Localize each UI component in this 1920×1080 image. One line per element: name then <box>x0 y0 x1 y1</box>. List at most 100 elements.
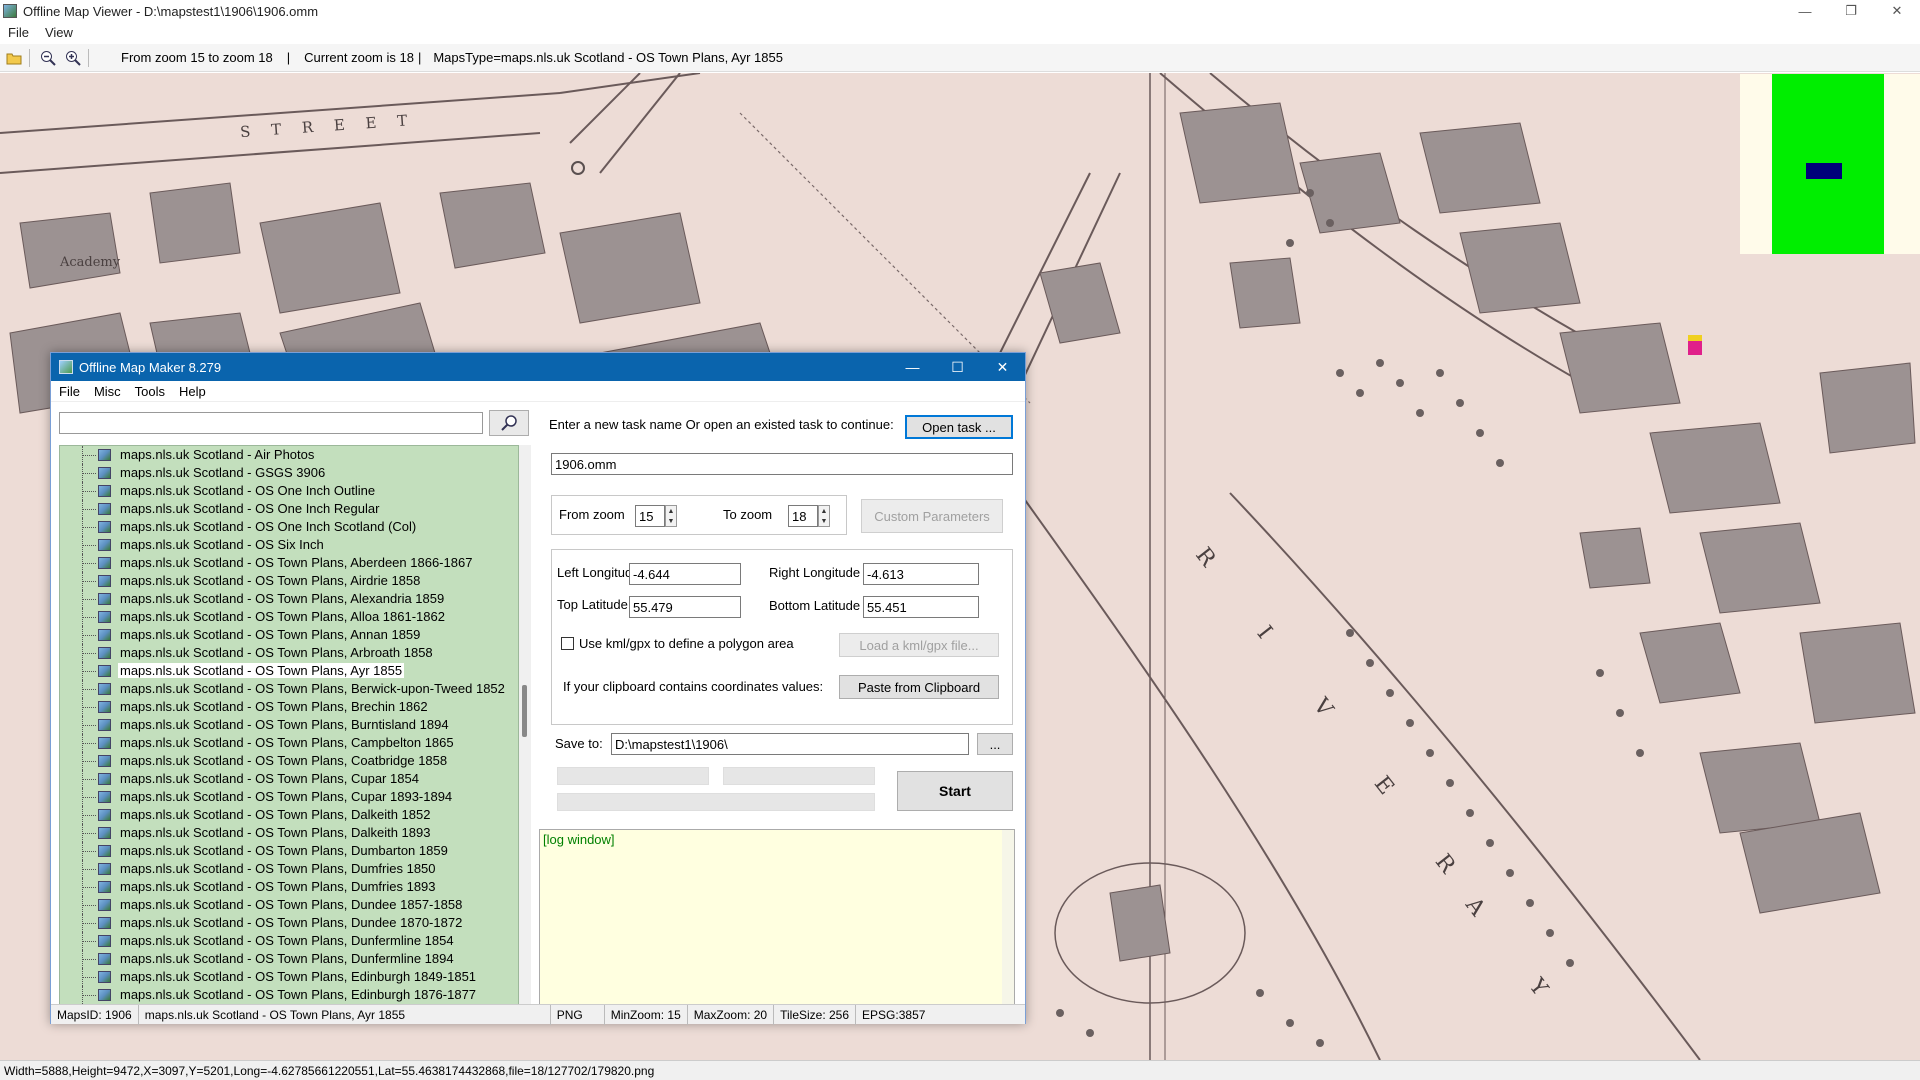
top-latitude-input[interactable]: 55.479 <box>629 596 741 618</box>
map-source-icon <box>98 521 111 533</box>
tree-item[interactable]: maps.nls.uk Scotland - OS Town Plans, An… <box>60 626 518 644</box>
zoom-out-button[interactable] <box>37 47 59 69</box>
tree-item-label: maps.nls.uk Scotland - OS One Inch Regul… <box>120 501 380 516</box>
map-source-icon <box>98 593 111 605</box>
status-map-name: maps.nls.uk Scotland - OS Town Plans, Ay… <box>139 1004 551 1025</box>
map-search-input[interactable] <box>59 412 483 434</box>
tree-item[interactable]: maps.nls.uk Scotland - OS Town Plans, Cu… <box>60 788 518 806</box>
tree-item[interactable]: maps.nls.uk Scotland - OS Town Plans, Ai… <box>60 572 518 590</box>
dialog-menu-help[interactable]: Help <box>179 384 206 399</box>
bottom-latitude-input[interactable]: 55.451 <box>863 596 979 618</box>
tree-guide-line <box>82 761 96 762</box>
custom-parameters-button[interactable]: Custom Parameters <box>861 499 1003 533</box>
map-source-icon <box>98 485 111 497</box>
tree-item-label: maps.nls.uk Scotland - OS Town Plans, Cu… <box>120 789 453 804</box>
map-source-icon <box>98 737 111 749</box>
map-source-icon <box>98 467 111 479</box>
tree-item[interactable]: maps.nls.uk Scotland - OS Town Plans, Du… <box>60 932 518 950</box>
map-search-button[interactable] <box>489 410 529 436</box>
tree-item[interactable]: maps.nls.uk Scotland - GSGS 3906 <box>60 464 518 482</box>
use-kml-checkbox[interactable] <box>561 637 574 650</box>
map-source-icon <box>98 989 111 1001</box>
tree-guide-line <box>82 653 96 654</box>
tree-item[interactable]: maps.nls.uk Scotland - OS One Inch Scotl… <box>60 518 518 536</box>
tree-item[interactable]: maps.nls.uk Scotland - OS Town Plans, Da… <box>60 806 518 824</box>
log-window[interactable]: [log window] <box>539 829 1015 1007</box>
tree-item[interactable]: maps.nls.uk Scotland - OS Town Plans, Bu… <box>60 716 518 734</box>
tree-item-label: maps.nls.uk Scotland - OS Town Plans, Du… <box>120 879 436 894</box>
right-longitude-input[interactable]: -4.613 <box>863 563 979 585</box>
tree-item[interactable]: maps.nls.uk Scotland - OS Six Inch <box>60 536 518 554</box>
tree-item[interactable]: maps.nls.uk Scotland - OS Town Plans, Br… <box>60 698 518 716</box>
tree-item[interactable]: maps.nls.uk Scotland - OS Town Plans, Al… <box>60 590 518 608</box>
map-source-icon <box>98 449 111 461</box>
dialog-menu-file[interactable]: File <box>59 384 80 399</box>
tree-item[interactable]: maps.nls.uk Scotland - OS Town Plans, Du… <box>60 842 518 860</box>
menu-view[interactable]: View <box>45 25 73 40</box>
tree-item[interactable]: maps.nls.uk Scotland - OS Town Plans, Be… <box>60 680 518 698</box>
dialog-menu-misc[interactable]: Misc <box>94 384 121 399</box>
to-zoom-spinner[interactable]: ▲ ▼ <box>818 505 830 527</box>
tree-scrollbar-thumb[interactable] <box>522 685 527 737</box>
overview-viewport[interactable] <box>1806 163 1842 179</box>
menu-file[interactable]: File <box>8 25 29 40</box>
tree-item[interactable]: maps.nls.uk Scotland - OS Town Plans, Du… <box>60 914 518 932</box>
tree-item[interactable]: maps.nls.uk Scotland - OS Town Plans, Ar… <box>60 644 518 662</box>
from-zoom-spinner[interactable]: ▲ ▼ <box>665 505 677 527</box>
tree-scrollbar[interactable] <box>519 445 531 1005</box>
start-button[interactable]: Start <box>897 771 1013 811</box>
maps-type-info: MapsType=maps.nls.uk Scotland - OS Town … <box>433 50 783 65</box>
left-longitude-input[interactable]: -4.644 <box>629 563 741 585</box>
load-kml-button[interactable]: Load a kml/gpx file... <box>839 633 999 657</box>
from-zoom-input[interactable]: 15 <box>635 505 665 527</box>
dialog-close-button[interactable]: ✕ <box>980 353 1025 381</box>
map-source-tree[interactable]: maps.nls.uk Scotland - Air Photos maps.nl… <box>59 445 519 1005</box>
tree-item[interactable]: maps.nls.uk Scotland - OS One Inch Regul… <box>60 500 518 518</box>
tree-item-label: maps.nls.uk Scotland - OS One Inch Outli… <box>120 483 376 498</box>
dialog-minimize-button[interactable]: — <box>890 353 935 381</box>
dialog-maximize-button[interactable]: ☐ <box>935 353 980 381</box>
tree-item-label: maps.nls.uk Scotland - OS Town Plans, Du… <box>120 861 436 876</box>
tree-item[interactable]: maps.nls.uk Scotland - OS Town Plans, Cu… <box>60 770 518 788</box>
map-source-icon <box>98 719 111 731</box>
tree-item[interactable]: maps.nls.uk Scotland - OS Town Plans, Du… <box>60 878 518 896</box>
spin-down-icon[interactable]: ▼ <box>666 516 676 526</box>
to-zoom-label: To zoom <box>723 507 773 522</box>
dialog-title-bar: Offline Map Maker 8.279 — ☐ ✕ <box>51 353 1025 381</box>
tree-item[interactable]: maps.nls.uk Scotland - OS Town Plans, Du… <box>60 950 518 968</box>
open-folder-button[interactable] <box>3 47 25 69</box>
open-task-button[interactable]: Open task ... <box>905 415 1013 439</box>
tree-item[interactable]: maps.nls.uk Scotland - OS Town Plans, Ab… <box>60 554 518 572</box>
tree-item[interactable]: maps.nls.uk Scotland - Air Photos <box>60 446 518 464</box>
tree-item[interactable]: maps.nls.uk Scotland - OS Town Plans, Ca… <box>60 734 518 752</box>
window-controls: — ❐ ✕ <box>1782 0 1920 22</box>
tree-item[interactable]: maps.nls.uk Scotland - OS Town Plans, Al… <box>60 608 518 626</box>
tree-item[interactable]: maps.nls.uk Scotland - OS One Inch Outli… <box>60 482 518 500</box>
tree-item[interactable]: maps.nls.uk Scotland - OS Town Plans, Co… <box>60 752 518 770</box>
tree-item[interactable]: maps.nls.uk Scotland - OS Town Plans, Ay… <box>60 662 518 680</box>
tree-guide-line <box>82 923 96 924</box>
close-button[interactable]: ✕ <box>1874 0 1920 22</box>
minimize-button[interactable]: — <box>1782 0 1828 22</box>
map-maker-dialog: Offline Map Maker 8.279 — ☐ ✕ File Misc … <box>50 352 1026 1025</box>
spin-up-icon[interactable]: ▲ <box>819 506 829 516</box>
save-path-input[interactable]: D:\mapstest1\1906\ <box>611 733 969 755</box>
tree-item[interactable]: maps.nls.uk Scotland - OS Town Plans, Da… <box>60 824 518 842</box>
tree-item[interactable]: maps.nls.uk Scotland - OS Town Plans, Du… <box>60 860 518 878</box>
task-name-field[interactable]: 1906.omm <box>551 453 1013 475</box>
tree-item[interactable]: maps.nls.uk Scotland - OS Town Plans, Du… <box>60 896 518 914</box>
tree-item[interactable]: maps.nls.uk Scotland - OS Town Plans, Ed… <box>60 986 518 1004</box>
log-scrollbar[interactable] <box>1002 830 1014 1006</box>
zoom-in-button[interactable] <box>62 47 84 69</box>
browse-button[interactable]: ... <box>977 733 1013 755</box>
tree-guide-line <box>82 473 96 474</box>
spin-down-icon[interactable]: ▼ <box>819 516 829 526</box>
overview-map[interactable] <box>1740 74 1920 254</box>
to-zoom-input[interactable]: 18 <box>788 505 818 527</box>
paste-from-clipboard-button[interactable]: Paste from Clipboard <box>839 675 999 699</box>
map-source-icon <box>98 629 111 641</box>
dialog-menu-tools[interactable]: Tools <box>135 384 165 399</box>
spin-up-icon[interactable]: ▲ <box>666 506 676 516</box>
restore-button[interactable]: ❐ <box>1828 0 1874 22</box>
tree-item[interactable]: maps.nls.uk Scotland - OS Town Plans, Ed… <box>60 968 518 986</box>
